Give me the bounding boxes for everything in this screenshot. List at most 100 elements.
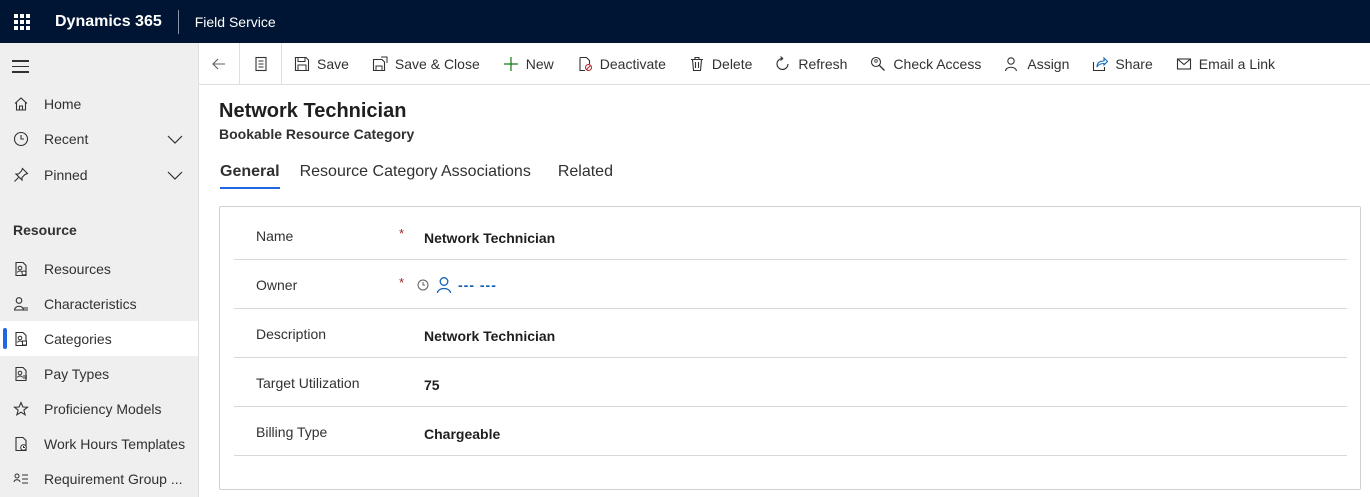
delete-label: Delete xyxy=(711,55,753,72)
new-label: New xyxy=(525,55,554,72)
tab-label: Related xyxy=(557,163,613,180)
tab-general[interactable]: General xyxy=(220,163,280,189)
user-icon xyxy=(436,277,452,294)
save-label: Save xyxy=(317,55,349,72)
trash-icon xyxy=(688,55,706,73)
sidebar-item-label: Work Hours Templates xyxy=(44,435,186,452)
field-target-utilization: Target Utilization 75 xyxy=(234,358,1347,407)
save-close-label: Save & Close xyxy=(394,55,480,72)
save-button[interactable]: Save xyxy=(282,43,360,85)
sidebar-item-label: Recent xyxy=(44,130,89,147)
chevron-down-icon[interactable] xyxy=(166,166,184,184)
field-label: Billing Type xyxy=(256,424,328,440)
sidebar-item-label: Categories xyxy=(44,330,112,347)
save-icon xyxy=(293,55,311,73)
general-section: Name * Network Technician Owner * --- --… xyxy=(219,206,1361,490)
required-indicator: * xyxy=(399,275,405,290)
arrow-left-icon xyxy=(212,58,225,69)
sidebar-item-requirement-group[interactable]: Requirement Group ... xyxy=(0,461,198,496)
check-access-button[interactable]: Check Access xyxy=(858,43,992,85)
field-label: Owner xyxy=(256,277,298,293)
top-navigation-bar: Dynamics 365 Field Service xyxy=(0,0,1370,43)
app-name[interactable]: Field Service xyxy=(179,14,276,30)
pin-icon xyxy=(12,166,30,184)
form-tabs: General Resource Category Associations R… xyxy=(220,163,640,189)
required-indicator: * xyxy=(399,226,405,241)
clock-icon xyxy=(12,130,30,148)
category-doc-icon xyxy=(12,330,30,348)
back-button[interactable] xyxy=(199,42,240,85)
sidebar-item-label: Pay Types xyxy=(44,365,110,382)
sidebar-item-resources[interactable]: Resources xyxy=(0,251,198,286)
refresh-label: Refresh xyxy=(798,55,848,72)
target-utilization-input[interactable]: 75 xyxy=(424,377,440,393)
field-billing-type: Billing Type Chargeable xyxy=(234,407,1347,456)
sidebar-item-label: Proficiency Models xyxy=(44,400,162,417)
deactivate-icon xyxy=(576,55,594,73)
waffle-icon xyxy=(14,13,30,30)
sidebar-item-characteristics[interactable]: Characteristics xyxy=(0,286,198,321)
home-icon xyxy=(12,95,30,113)
assign-label: Assign xyxy=(1027,55,1070,72)
sidebar-item-home[interactable]: Home xyxy=(0,86,198,121)
hamburger-menu-icon[interactable] xyxy=(12,60,29,77)
share-icon xyxy=(1091,55,1109,73)
sidebar-section-header: Resource xyxy=(13,222,77,238)
sidebar-item-pay-types[interactable]: Pay Types xyxy=(0,356,198,391)
owner-lookup[interactable]: --- --- xyxy=(417,276,497,294)
share-button[interactable]: Share xyxy=(1080,43,1163,85)
description-input[interactable]: Network Technician xyxy=(424,328,555,344)
field-label: Description xyxy=(256,326,327,342)
person-characteristic-icon xyxy=(12,295,30,313)
field-label: Name xyxy=(256,228,294,244)
field-owner: Owner * --- --- xyxy=(234,260,1347,309)
field-description: Description Network Technician xyxy=(234,309,1347,358)
email-icon xyxy=(1175,55,1193,73)
app-launcher-button[interactable] xyxy=(0,0,44,43)
assign-icon xyxy=(1003,55,1021,73)
email-link-button[interactable]: Email a Link xyxy=(1164,43,1286,85)
lock-icon xyxy=(417,279,429,291)
tab-resource-category-associations[interactable]: Resource Category Associations xyxy=(300,163,531,189)
sidebar-item-label: Characteristics xyxy=(44,295,137,312)
sitemap-sidebar: Home Recent Pinned Resource Resources Ch… xyxy=(0,43,199,497)
delete-button[interactable]: Delete xyxy=(677,43,763,85)
form-selector-button[interactable] xyxy=(240,42,282,85)
sidebar-item-categories[interactable]: Categories xyxy=(0,321,198,356)
record-title: Network Technician xyxy=(219,100,407,122)
new-button[interactable]: New xyxy=(491,43,565,85)
refresh-icon xyxy=(774,55,792,73)
owner-value-link[interactable]: --- --- xyxy=(458,277,497,293)
entity-name: Bookable Resource Category xyxy=(219,126,415,142)
save-close-button[interactable]: Save & Close xyxy=(360,43,491,85)
sidebar-item-label: Pinned xyxy=(44,166,88,183)
share-label: Share xyxy=(1115,55,1153,72)
email-link-label: Email a Link xyxy=(1198,55,1276,72)
sidebar-item-work-hours-templates[interactable]: Work Hours Templates xyxy=(0,426,198,461)
sidebar-item-pinned[interactable]: Pinned xyxy=(0,157,198,192)
active-indicator xyxy=(3,328,7,349)
tab-label: General xyxy=(220,163,280,180)
refresh-button[interactable]: Refresh xyxy=(763,43,858,85)
field-label: Target Utilization xyxy=(256,375,360,391)
sidebar-item-recent[interactable]: Recent xyxy=(0,121,198,156)
template-doc-icon xyxy=(12,435,30,453)
billing-type-select[interactable]: Chargeable xyxy=(424,426,500,442)
name-input[interactable]: Network Technician xyxy=(424,230,555,246)
active-tab-underline xyxy=(220,187,280,189)
brand-title[interactable]: Dynamics 365 xyxy=(44,13,178,31)
sidebar-item-proficiency-models[interactable]: Proficiency Models xyxy=(0,391,198,426)
command-bar: Save Save & Close New Deactivate Delete … xyxy=(199,42,1370,85)
sidebar-item-label: Requirement Group ... xyxy=(44,470,183,487)
form-icon xyxy=(254,56,267,71)
star-icon xyxy=(12,400,30,418)
sidebar-item-label: Resources xyxy=(44,260,111,277)
assign-button[interactable]: Assign xyxy=(992,43,1080,85)
check-access-icon xyxy=(869,55,887,73)
group-list-icon xyxy=(12,470,30,488)
chevron-down-icon[interactable] xyxy=(166,130,184,148)
sidebar-item-label: Home xyxy=(44,95,82,112)
tab-related[interactable]: Related xyxy=(558,163,613,189)
deactivate-button[interactable]: Deactivate xyxy=(565,43,677,85)
pay-doc-icon xyxy=(12,365,30,383)
